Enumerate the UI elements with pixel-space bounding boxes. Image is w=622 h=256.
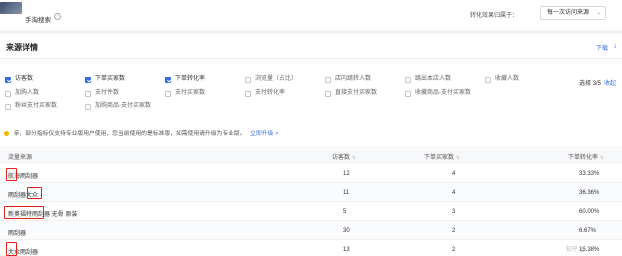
metric-label: 收藏人数	[495, 76, 520, 82]
checkbox[interactable]	[5, 90, 11, 97]
download-icon[interactable]: ⤓	[614, 43, 616, 49]
checkbox[interactable]	[325, 90, 331, 97]
buyers-cell: 2	[452, 247, 456, 253]
conversion-attribution-label: 转化效果归属于：	[470, 13, 519, 19]
visitors-cell: 11	[343, 190, 350, 196]
metric-label: 跳出本店人数	[415, 76, 452, 82]
visitors-cell: 13	[343, 247, 350, 253]
rate-cell: 33.33%	[579, 171, 600, 177]
buyers-cell: 3	[452, 209, 456, 215]
checkbox[interactable]	[405, 90, 411, 97]
buyers-cell: 4	[452, 171, 456, 177]
source-keyword[interactable]: 航海雨刮器	[8, 171, 38, 180]
metric-label: 店内跳转人数	[335, 76, 372, 82]
sort-icon[interactable]: ⇅	[352, 155, 356, 160]
table-row[interactable]: 大众雨刮器 13 2 15.38%	[0, 240, 622, 256]
sort-icon[interactable]: ⇅	[456, 155, 460, 160]
checkbox[interactable]	[165, 76, 171, 83]
checkbox[interactable]	[245, 90, 251, 97]
checkbox[interactable]	[485, 76, 491, 83]
metric-label: 下单买家数	[95, 76, 126, 82]
panel-title: 来源详情	[6, 43, 38, 52]
metric-label: 直接支付买家数	[335, 90, 378, 96]
metric-label: 加购人数	[15, 90, 40, 96]
metric-label: 支付买家数	[175, 90, 206, 96]
checkbox[interactable]	[85, 103, 91, 110]
source-keyword[interactable]: 新奥福特雨刮器 无骨 原装	[8, 209, 77, 218]
conversion-attribution-select[interactable]: 每一次访问来源 ⌄	[540, 6, 606, 20]
collapse-button[interactable]: 收起	[604, 78, 616, 87]
page-title: 手淘搜索	[25, 17, 51, 24]
visitors-cell: 5	[343, 209, 347, 215]
upgrade-notice: 亲，部分指标仅支持专业版用户使用，您当前使用的是标准版，如需使用请升级为专业版。…	[4, 128, 278, 138]
checkbox[interactable]	[85, 76, 91, 83]
header-visitors[interactable]: 访客数 ⇅	[332, 152, 356, 161]
top-bar: 手淘搜索 ? 转化效果归属于： 每一次访问来源 ⌄	[0, 0, 622, 30]
rate-cell: 36.36%	[579, 190, 600, 196]
warning-dot-icon	[4, 130, 9, 136]
header-visitors-label: 访客数	[332, 155, 351, 161]
divider	[0, 58, 622, 59]
watermark: 知乎 @	[566, 247, 586, 253]
selected-count: 选择 3/5	[579, 81, 602, 87]
table-header: 流量来源 访客数 ⇅ 下单买家数 ⇅ 下单转化率 ⇅	[0, 146, 622, 164]
metric-label: 加购商品-支付买家数	[95, 103, 151, 109]
checkbox[interactable]	[325, 76, 331, 83]
checkbox[interactable]	[85, 90, 91, 97]
header-buyers-label: 下单买家数	[424, 155, 455, 161]
checkbox[interactable]	[405, 76, 411, 83]
table-row[interactable]: 航海雨刮器 12 4 33.33%	[0, 164, 622, 183]
table-row[interactable]: 雨刮器 30 2 6.67%	[0, 221, 622, 240]
metric-label: 下单转化率	[175, 76, 206, 82]
table-row[interactable]: 新奥福特雨刮器 无骨 原装 5 3 60.00%	[0, 202, 622, 221]
checkbox[interactable]	[5, 103, 11, 110]
rate-cell: 60.00%	[579, 209, 600, 215]
source-keyword[interactable]: 雨刮器	[8, 228, 26, 237]
help-icon[interactable]: ?	[54, 13, 61, 20]
source-keyword[interactable]: 雨刮器大众	[8, 190, 38, 199]
header-rate[interactable]: 下单转化率 ⇅	[568, 152, 604, 161]
metric-label: 支付件数	[95, 90, 120, 96]
metric-label: 支付转化率	[255, 90, 286, 96]
buyers-cell: 4	[452, 190, 456, 196]
header-buyers[interactable]: 下单买家数 ⇅	[424, 152, 460, 161]
brand-logo	[0, 2, 22, 14]
buyers-cell: 2	[452, 228, 456, 234]
metric-label: 收藏商品-支付买家数	[415, 90, 471, 96]
header-rate-label: 下单转化率	[568, 155, 599, 161]
metric-label: 浏览量（占比）	[255, 76, 298, 82]
conversion-select-value: 每一次访问来源	[547, 10, 590, 16]
sort-icon[interactable]: ⇅	[600, 155, 604, 160]
upgrade-link[interactable]: 立即升级 >	[250, 131, 278, 137]
checkbox[interactable]	[245, 76, 251, 83]
rate-cell: 6.67%	[579, 228, 597, 234]
metric-label: 粉丝支付买家数	[15, 103, 58, 109]
notice-text: 亲，部分指标仅支持专业版用户使用，您当前使用的是标准版，如需使用请升级为专业版。	[13, 131, 246, 137]
metric-label: 访客数	[15, 76, 34, 82]
download-button[interactable]: 下载	[596, 43, 608, 52]
checkbox[interactable]	[165, 90, 171, 97]
chevron-down-icon: ⌄	[595, 10, 601, 16]
source-keyword[interactable]: 大众雨刮器	[8, 247, 38, 256]
visitors-cell: 12	[343, 171, 350, 177]
table-row[interactable]: 雨刮器大众 11 4 36.36%	[0, 183, 622, 202]
checkbox[interactable]	[5, 76, 11, 83]
header-source: 流量来源	[8, 155, 33, 161]
visitors-cell: 30	[343, 228, 350, 234]
